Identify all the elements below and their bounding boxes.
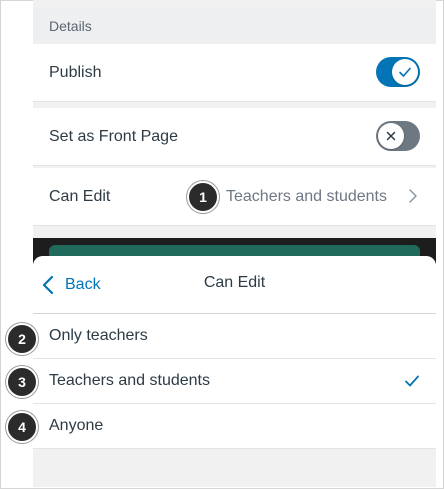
publish-label: Publish: [49, 63, 102, 81]
option-label: Teachers and students: [49, 372, 210, 389]
callout-1: 1: [187, 181, 219, 213]
details-section-header: Details: [33, 8, 436, 44]
sheet-nav-bar: Back Can Edit: [33, 256, 436, 314]
publish-toggle[interactable]: [376, 57, 420, 87]
checkmark-icon: [399, 67, 411, 77]
checkmark-icon: [405, 375, 419, 387]
option-teachers-and-students[interactable]: Teachers and students: [33, 359, 436, 404]
callout-4: 4: [6, 411, 38, 443]
chevron-right-icon: [409, 189, 417, 203]
can-edit-row[interactable]: Can Edit Teachers and students: [33, 168, 436, 226]
front-page-label: Set as Front Page: [49, 127, 178, 145]
callout-3: 3: [6, 366, 38, 398]
front-page-toggle-knob: [378, 123, 404, 149]
can-edit-value: Teachers and students: [226, 187, 387, 205]
publish-toggle-knob: [392, 59, 418, 85]
can-edit-sheet: Back Can Edit Only teachers Teachers and…: [33, 256, 436, 487]
can-edit-label: Can Edit: [49, 187, 111, 205]
front-page-toggle[interactable]: [376, 121, 420, 151]
option-label: Anyone: [49, 417, 104, 434]
option-anyone[interactable]: Anyone: [33, 404, 436, 449]
sheet-title: Can Edit: [203, 274, 266, 291]
callout-2: 2: [6, 323, 38, 355]
publish-row: Publish: [33, 44, 436, 102]
details-section-label: Details: [49, 18, 92, 34]
option-label: Only teachers: [49, 327, 148, 344]
front-page-row: Set as Front Page: [33, 108, 436, 166]
option-only-teachers[interactable]: Only teachers: [33, 314, 436, 359]
x-icon: [386, 131, 396, 141]
